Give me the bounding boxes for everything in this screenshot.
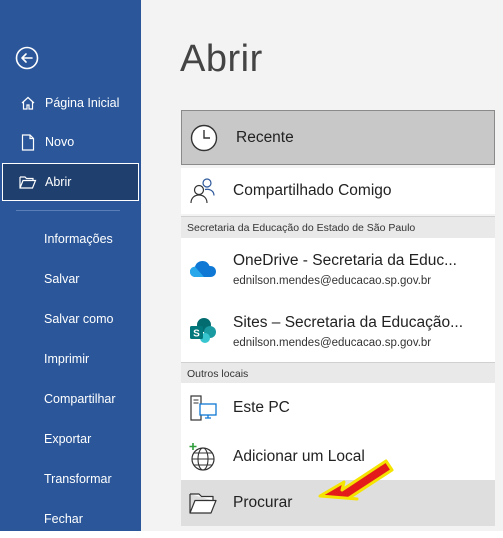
sidebar-item-label: Exportar <box>44 432 92 446</box>
sidebar-item-label: Informações <box>44 232 113 246</box>
location-shared-with-me[interactable]: Compartilhado Comigo <box>181 168 495 214</box>
location-label: OneDrive - Secretaria da Educ... <box>233 251 457 269</box>
location-label: Compartilhado Comigo <box>233 182 392 199</box>
location-label: Procurar <box>233 494 293 511</box>
sidebar-item-label: Novo <box>45 135 75 149</box>
sidebar-item-save[interactable]: Salvar <box>0 260 141 298</box>
location-label: Sites – Secretaria da Educação... <box>233 313 464 331</box>
backstage-sidebar: Página Inicial Novo Abrir Informações Sa… <box>0 0 141 531</box>
sidebar-item-label: Salvar <box>44 272 80 286</box>
sharepoint-icon: S <box>187 315 219 347</box>
computer-icon <box>187 392 219 424</box>
globe-add-icon <box>187 441 219 473</box>
open-pane: Abrir Recente Compartilhado Comigo Secre… <box>141 0 503 531</box>
location-this-pc[interactable]: Este PC <box>181 383 495 433</box>
section-header-organization: Secretaria da Educação do Estado de São … <box>181 216 495 238</box>
sidebar-item-label: Compartilhar <box>44 392 116 406</box>
sidebar-item-print[interactable]: Imprimir <box>0 340 141 378</box>
sidebar-item-label: Fechar <box>44 512 83 526</box>
sidebar-item-export[interactable]: Exportar <box>0 420 141 458</box>
sidebar-item-home[interactable]: Página Inicial <box>0 84 141 122</box>
section-header-other: Outros locais <box>181 362 495 384</box>
folder-icon <box>187 487 219 519</box>
location-label: Recente <box>236 128 294 146</box>
sidebar-item-label: Página Inicial <box>45 96 120 110</box>
sidebar-item-save-as[interactable]: Salvar como <box>0 300 141 338</box>
annotation-arrow-icon <box>318 459 394 501</box>
sidebar-item-open[interactable]: Abrir <box>2 163 139 201</box>
sidebar-item-label: Abrir <box>45 175 72 189</box>
sidebar-item-new[interactable]: Novo <box>0 123 141 161</box>
location-label: Este PC <box>233 399 290 416</box>
svg-text:S: S <box>193 329 200 340</box>
new-document-icon <box>19 133 37 151</box>
people-icon <box>187 175 219 207</box>
sidebar-item-label: Salvar como <box>44 312 114 326</box>
back-arrow-icon[interactable] <box>15 46 39 70</box>
location-onedrive[interactable]: OneDrive - Secretaria da Educ... ednilso… <box>181 238 495 300</box>
account-email: ednilson.mendes@educacao.sp.gov.br <box>233 274 432 287</box>
sidebar-item-close[interactable]: Fechar <box>0 500 141 538</box>
page-title: Abrir <box>180 38 263 80</box>
home-icon <box>19 94 37 112</box>
sidebar-item-transform[interactable]: Transformar <box>0 460 141 498</box>
sidebar-item-info[interactable]: Informações <box>0 220 141 258</box>
sidebar-divider <box>16 210 120 211</box>
clock-icon <box>188 122 220 154</box>
sidebar-item-label: Transformar <box>44 472 112 486</box>
location-sharepoint-sites[interactable]: S Sites – Secretaria da Educação... edni… <box>181 300 495 362</box>
folder-open-icon <box>19 173 37 191</box>
account-email: ednilson.mendes@educacao.sp.gov.br <box>233 336 432 349</box>
onedrive-cloud-icon <box>187 253 219 285</box>
sidebar-item-share[interactable]: Compartilhar <box>0 380 141 418</box>
location-recent[interactable]: Recente <box>181 110 495 165</box>
sidebar-item-label: Imprimir <box>44 352 90 366</box>
